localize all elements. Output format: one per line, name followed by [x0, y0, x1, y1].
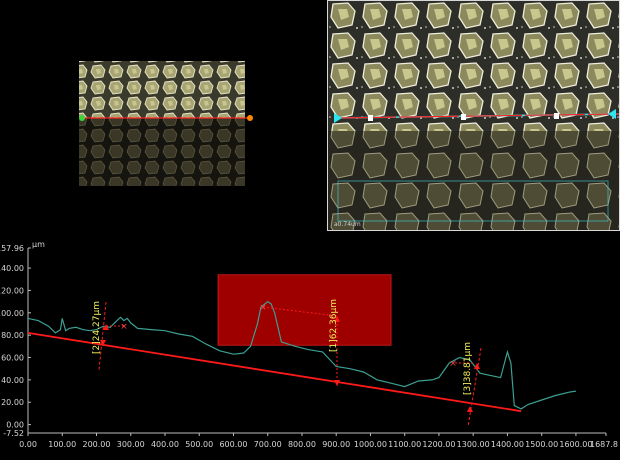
y-tick-label: 157.96 [0, 244, 24, 253]
x-tick-label: 900.00 [322, 440, 350, 449]
measurement-3[interactable]: × [3]38.81μm [449, 342, 482, 428]
measurement-3-label: [3]38.81μm [463, 342, 473, 395]
zoom-image-top [328, 1, 619, 131]
zoom-scale-label: a0.74um [334, 221, 361, 228]
y-tick-label: -7.52 [3, 429, 24, 438]
zoom-marker-2[interactable] [461, 114, 466, 120]
overview-view[interactable] [0, 0, 326, 231]
x-tick-label: 1300.00 [457, 440, 490, 449]
profile-chart-svg: μm 157.96 140.00 120.00 100.00 80.00 60.00 40.… [0, 240, 618, 449]
zoom-marker-1[interactable] [368, 115, 373, 121]
zoom-image-bottom [328, 131, 619, 230]
y-tick-label: 40.00 [1, 376, 24, 385]
x-tick-label: 0.00 [19, 440, 37, 449]
y-tick-label: 80.00 [1, 331, 24, 340]
profile-start-handle[interactable] [79, 115, 85, 121]
highlight-region [217, 274, 392, 346]
y-unit-label: μm [32, 240, 45, 249]
x-tick-label: 800.00 [288, 440, 316, 449]
measurement-1-label: [1]62.36μm [329, 299, 339, 352]
overview-scan-bottom [79, 118, 245, 186]
overview-scan-top [79, 61, 245, 118]
svg-text:×: × [120, 322, 128, 332]
x-tick-label: 1687.8 [590, 440, 618, 449]
x-tick-label: 400.00 [151, 440, 179, 449]
zoom-view[interactable]: a0.74um [327, 0, 620, 231]
svg-text:×: × [259, 303, 267, 313]
profile-chart[interactable]: μm 157.96 140.00 120.00 100.00 80.00 60.00 40.… [0, 232, 620, 460]
measurement-2[interactable]: × [2]24.27μm [92, 301, 128, 371]
x-tick-label: 700.00 [254, 440, 282, 449]
y-tick-label: 60.00 [1, 354, 24, 363]
overview-canvas [79, 61, 253, 186]
y-tick-label: 20.00 [1, 398, 24, 407]
x-tick-label: 500.00 [185, 440, 213, 449]
y-tick-label: 100.00 [0, 309, 24, 318]
measurement-2-label: [2]24.27μm [92, 301, 102, 354]
zoom-marker-3[interactable] [554, 113, 559, 119]
x-tick-labels: 0.00 100.00 200.00 300.00 400.00 500.00 600.00… [19, 433, 618, 449]
svg-text:×: × [449, 359, 457, 369]
x-tick-label: 1600.00 [559, 440, 592, 449]
y-tick-label: 120.00 [0, 286, 24, 295]
x-tick-label: 1500.00 [525, 440, 558, 449]
x-tick-label: 1000.00 [354, 440, 387, 449]
y-tick-label: 140.00 [0, 264, 24, 273]
profile-end-handle[interactable] [247, 115, 253, 121]
x-tick-label: 1200.00 [422, 440, 455, 449]
zoom-canvas: a0.74um [328, 1, 619, 230]
x-tick-label: 1400.00 [491, 440, 524, 449]
x-tick-label: 600.00 [219, 440, 247, 449]
x-tick-label: 1100.00 [388, 440, 421, 449]
y-tick-labels: 157.96 140.00 120.00 100.00 80.00 60.00 40.00 2… [0, 244, 31, 438]
x-tick-label: 200.00 [82, 440, 110, 449]
x-tick-label: 300.00 [117, 440, 145, 449]
x-tick-label: 100.00 [48, 440, 76, 449]
